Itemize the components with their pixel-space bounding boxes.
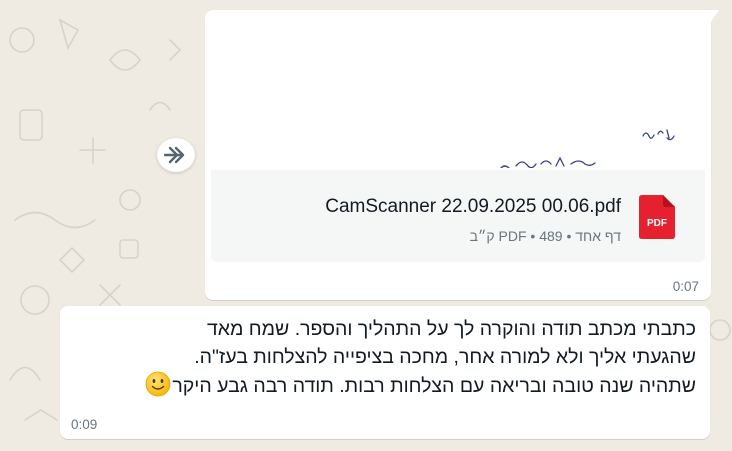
message-timestamp: 0:07 bbox=[672, 279, 699, 294]
message-line: שהגעתי אליך ולא למורה אחר, מחכה בציפייה … bbox=[194, 346, 696, 368]
bubble-tail bbox=[710, 10, 719, 23]
message-line-last: שתהיה שנה טובה ובריאה עם הצלחות רבות. תו… bbox=[66, 371, 696, 400]
file-message-bubble[interactable]: PDF CamScanner 22.09.2025 00.06.pdf דף א… bbox=[205, 10, 719, 300]
pdf-badge-label: PDF bbox=[647, 218, 667, 229]
text-message-bubble[interactable]: כתבתי מכתב תודה והוקרה לך על התהליך והספ… bbox=[60, 306, 710, 439]
forward-button[interactable] bbox=[157, 138, 195, 172]
message-text: כתבתי מכתב תודה והוקרה לך על התהליך והספ… bbox=[66, 315, 696, 400]
smiling-face-emoji-icon bbox=[145, 371, 171, 397]
file-attachment-card[interactable]: PDF CamScanner 22.09.2025 00.06.pdf דף א… bbox=[211, 170, 705, 262]
message-line: שתהיה שנה טובה ובריאה עם הצלחות רבות. תו… bbox=[172, 375, 696, 397]
document-preview[interactable] bbox=[211, 16, 705, 168]
handwriting-preview-image bbox=[500, 129, 675, 168]
pdf-file-icon: PDF bbox=[639, 195, 675, 239]
message-timestamp: 0:09 bbox=[71, 417, 98, 432]
message-line: כתבתי מכתב תודה והוקרה לך על התהליך והספ… bbox=[206, 318, 696, 340]
forward-arrow-icon bbox=[164, 146, 185, 164]
file-name[interactable]: CamScanner 22.09.2025 00.06.pdf bbox=[325, 196, 621, 218]
file-meta: דף אחד • PDF • 489 ק״ב bbox=[469, 228, 621, 244]
